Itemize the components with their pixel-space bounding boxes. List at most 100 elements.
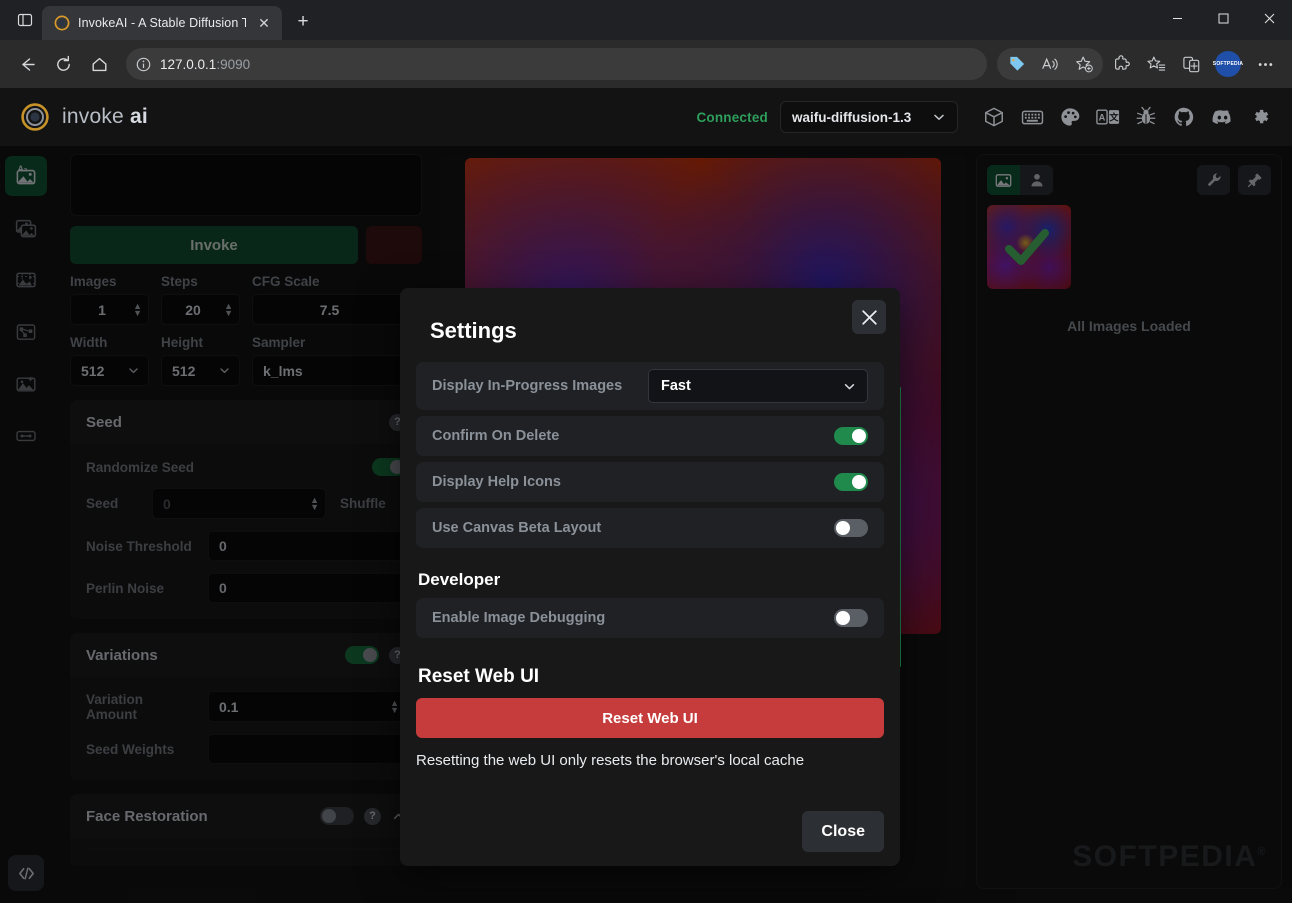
chevron-down-icon [934, 114, 944, 120]
theme-button[interactable] [1056, 103, 1084, 131]
modal-footer: Close [416, 811, 884, 852]
hotkeys-keyboard-icon [1021, 110, 1043, 124]
shopping-tag-icon [1009, 56, 1024, 71]
split-screen-icon [1182, 56, 1199, 72]
status-badge: Connected [696, 109, 768, 125]
back-arrow-icon [21, 57, 35, 71]
tab-strip: InvokeAI - A Stable Diffusion Too ✕ + [0, 0, 1292, 40]
window-controls [1154, 0, 1292, 37]
bug-report-button[interactable] [1132, 103, 1160, 131]
browser-toolbar: 127.0.0.1:9090 SOFTPEDIA [0, 40, 1292, 88]
minimize-icon [1172, 18, 1182, 19]
close-window-button[interactable] [1246, 0, 1292, 37]
model-select-value: waifu-diffusion-1.3 [792, 109, 912, 125]
maximize-icon [1218, 13, 1228, 24]
sidebar-toggle-button[interactable] [8, 3, 42, 37]
collections-icon [1146, 56, 1165, 71]
svg-text:文: 文 [1108, 111, 1119, 123]
profile-avatar[interactable]: SOFTPEDIA [1213, 51, 1243, 77]
toggle-knob [836, 611, 850, 625]
enable-image-debugging-toggle[interactable] [834, 609, 868, 627]
toggle-knob [836, 521, 850, 535]
github-button[interactable] [1170, 103, 1198, 131]
setting-row-display-help-icons: Display Help Icons [416, 462, 884, 502]
display-in-progress-select[interactable]: Fast [648, 369, 868, 403]
settings-gear-icon [1254, 109, 1269, 124]
setting-label-display-in-progress: Display In-Progress Images [432, 378, 623, 394]
reset-heading: Reset Web UI [418, 666, 540, 687]
models-cube-icon [985, 107, 1003, 127]
app-header: invoke ai Connected waifu-diffusion-1.3 [0, 88, 1292, 146]
reload-icon [56, 55, 70, 71]
url-text: 127.0.0.1:9090 [160, 57, 250, 72]
hotkeys-button[interactable] [1018, 103, 1046, 131]
browser-tab[interactable]: InvokeAI - A Stable Diffusion Too ✕ [42, 6, 282, 40]
setting-row-canvas-beta-layout: Use Canvas Beta Layout [416, 508, 884, 548]
url-host: 127.0.0.1 [160, 56, 217, 72]
setting-label-canvas-beta-layout: Use Canvas Beta Layout [432, 520, 602, 536]
setting-row-confirm-on-delete: Confirm On Delete [416, 416, 884, 456]
chevron-down-icon [844, 383, 855, 389]
svg-text:A: A [1099, 112, 1106, 122]
split-screen-button[interactable] [1174, 47, 1208, 81]
modal-close-button[interactable] [852, 300, 886, 334]
modal-close-action-button[interactable]: Close [802, 811, 884, 852]
close-icon [861, 309, 877, 325]
toggle-knob [852, 475, 866, 489]
home-button[interactable] [82, 47, 116, 81]
browser-window: InvokeAI - A Stable Diffusion Too ✕ + 12… [0, 0, 1292, 903]
read-aloud-button[interactable] [1033, 47, 1067, 81]
shopping-tag-button[interactable] [999, 47, 1033, 81]
tab-close-icon[interactable]: ✕ [254, 13, 274, 33]
discord-icon [1212, 109, 1231, 124]
toolbar-right-actions: SOFTPEDIA [997, 47, 1282, 81]
invoke-logo-icon [21, 103, 49, 131]
model-select[interactable]: waifu-diffusion-1.3 [780, 101, 958, 133]
modal-body: Display In-Progress Images Fast Confirm … [416, 362, 884, 769]
canvas-beta-layout-toggle[interactable] [834, 519, 868, 537]
split-pane-icon [17, 13, 33, 27]
reload-button[interactable] [46, 47, 80, 81]
setting-label-confirm-on-delete: Confirm On Delete [432, 428, 560, 444]
url-port: :9090 [216, 56, 251, 72]
add-favorite-icon [1075, 56, 1093, 72]
extensions-icon [1114, 54, 1130, 70]
more-options-icon [1258, 62, 1272, 66]
minimize-button[interactable] [1154, 0, 1200, 37]
setting-label-display-help-icons: Display Help Icons [432, 474, 561, 490]
logo-word: invoke [62, 105, 124, 128]
back-button[interactable] [10, 47, 44, 81]
discord-button[interactable] [1208, 103, 1236, 131]
language-icon: A 文 [1096, 109, 1119, 125]
settings-gear-button[interactable] [1246, 103, 1274, 131]
extensions-button[interactable] [1104, 47, 1138, 81]
confirm-on-delete-toggle[interactable] [834, 427, 868, 445]
maximize-button[interactable] [1200, 0, 1246, 37]
reset-web-ui-button[interactable]: Reset Web UI [416, 698, 884, 738]
app-body: A a Invoke Images 1 ▲ ▼ Steps 20 ▲ ▼ CFG… [0, 146, 1292, 903]
collections-button[interactable] [1139, 47, 1173, 81]
address-bar[interactable]: 127.0.0.1:9090 [126, 48, 987, 80]
add-favorite-button[interactable] [1067, 47, 1101, 81]
app-logo-text: invoke ai [62, 105, 148, 129]
tab-title: InvokeAI - A Stable Diffusion Too [78, 16, 246, 30]
toggle-knob [852, 429, 866, 443]
setting-row-display-in-progress: Display In-Progress Images Fast [416, 362, 884, 410]
more-options-button[interactable] [1248, 47, 1282, 81]
collections-pill [997, 48, 1103, 80]
modal-title: Settings [430, 318, 517, 343]
header-icons: A 文 [980, 103, 1274, 131]
settings-modal: Settings Display In-Progress Images Fast [400, 288, 900, 866]
models-cube-button[interactable] [980, 103, 1008, 131]
bug-report-icon [1136, 106, 1156, 125]
logo-bold: ai [129, 105, 148, 128]
display-help-icons-toggle[interactable] [834, 473, 868, 491]
new-tab-button[interactable]: + [288, 7, 318, 37]
app-logo: invoke ai [20, 102, 148, 132]
invoke-logo-icon [54, 15, 70, 31]
github-icon [1174, 107, 1194, 127]
language-button[interactable]: A 文 [1094, 103, 1122, 131]
display-in-progress-value: Fast [661, 378, 691, 394]
read-aloud-icon [1041, 57, 1058, 70]
invokeai-app: invoke ai Connected waifu-diffusion-1.3 [0, 88, 1292, 903]
